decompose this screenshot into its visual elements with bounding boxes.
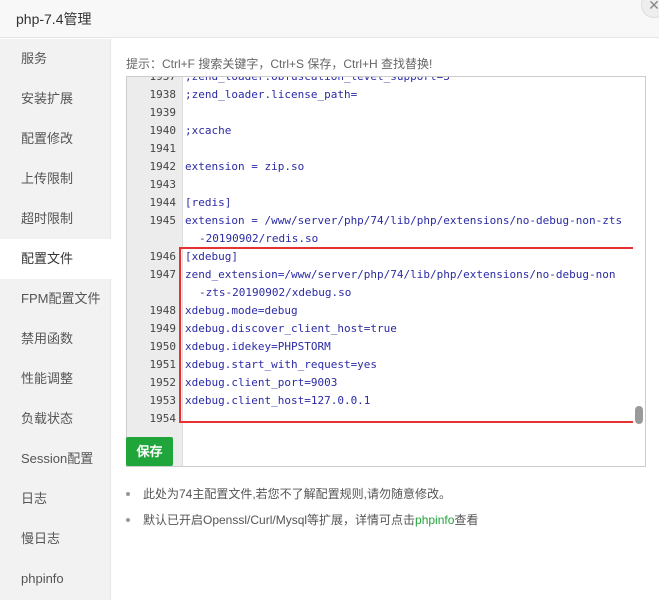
sidebar-item-phpinfo[interactable]: phpinfo <box>0 559 110 599</box>
sidebar-item-upload-limit[interactable]: 上传限制 <box>0 159 110 199</box>
sidebar-item-log[interactable]: 日志 <box>0 479 110 519</box>
save-button[interactable]: 保存 <box>126 437 173 466</box>
window-titlebar: php-7.4管理 ✕ <box>0 0 659 38</box>
close-icon[interactable]: ✕ <box>641 0 659 18</box>
line-number: 1939 <box>149 106 177 119</box>
sidebar-item-load-status[interactable]: 负载状态 <box>0 399 110 439</box>
line-number: 1947 <box>149 268 177 281</box>
line-number: 1948 <box>149 304 177 317</box>
sidebar: 服务 安装扩展 配置修改 上传限制 超时限制 配置文件 FPM配置文件 禁用函数… <box>0 39 111 600</box>
code-line: [redis] <box>185 196 232 209</box>
code-line: ;xcache <box>185 124 232 137</box>
code-line: ;zend_loader.obfuscation_level_support=3 <box>185 76 450 83</box>
sidebar-item-fpm-config[interactable]: FPM配置文件 <box>0 279 110 319</box>
line-number: 1942 <box>149 160 177 173</box>
main-panel: 提示：Ctrl+F 搜索关键字，Ctrl+S 保存，Ctrl+H 查找替换! 1… <box>111 39 659 600</box>
line-number-gutter: 1937 1938 1939 1940 1941 1942 1943 1944 1945 1946… <box>127 77 183 466</box>
note-item: 默认已开启Openssl/Curl/Mysql等扩展，详情可点击phpinfo查… <box>126 512 478 538</box>
code-line: extension = zip.so <box>185 160 305 173</box>
line-number: 1943 <box>149 178 177 191</box>
sidebar-item-session-config[interactable]: Session配置 <box>0 439 110 479</box>
line-number: 1938 <box>149 88 177 101</box>
config-editor[interactable]: 1937 1938 1939 1940 1941 1942 1943 1944 1945 1946… <box>126 76 646 467</box>
xdebug-highlight-box <box>179 247 636 423</box>
line-number: 1946 <box>149 250 177 263</box>
line-number: 1949 <box>149 322 177 335</box>
note-text: 此处为74主配置文件,若您不了解配置规则,请勿随意修改。 <box>143 487 452 501</box>
sidebar-item-config-file[interactable]: 配置文件 <box>0 239 111 279</box>
line-number: 1952 <box>149 376 177 389</box>
sidebar-item-performance[interactable]: 性能调整 <box>0 359 110 399</box>
phpinfo-link[interactable]: phpinfo <box>415 513 454 527</box>
code-line: ;zend_loader.license_path= <box>185 88 358 101</box>
code-line: -20190902/redis.so <box>199 232 319 245</box>
line-number: 1954 <box>149 412 177 425</box>
shortcut-tip: 提示：Ctrl+F 搜索关键字，Ctrl+S 保存，Ctrl+H 查找替换! <box>126 57 433 71</box>
window-title: php-7.4管理 <box>16 11 92 27</box>
sidebar-item-config-edit[interactable]: 配置修改 <box>0 119 110 159</box>
line-number: 1937 <box>149 76 177 83</box>
sidebar-item-disabled-functions[interactable]: 禁用函数 <box>0 319 110 359</box>
scrollbar-thumb[interactable] <box>635 406 643 424</box>
line-number: 1940 <box>149 124 177 137</box>
sidebar-item-timeout-limit[interactable]: 超时限制 <box>0 199 110 239</box>
line-number: 1941 <box>149 142 177 155</box>
sidebar-item-service[interactable]: 服务 <box>0 39 110 79</box>
note-item: 此处为74主配置文件,若您不了解配置规则,请勿随意修改。 <box>126 486 478 512</box>
line-number: 1951 <box>149 358 177 371</box>
editor-scrollbar[interactable] <box>633 77 645 466</box>
note-text: 默认已开启Openssl/Curl/Mysql等扩展，详情可点击 <box>143 513 416 527</box>
line-number: 1950 <box>149 340 177 353</box>
line-number: 1945 <box>149 214 177 227</box>
line-number: 1953 <box>149 394 177 407</box>
note-text-suffix: 查看 <box>454 513 479 527</box>
sidebar-item-slow-log[interactable]: 慢日志 <box>0 519 110 559</box>
line-number: 1944 <box>149 196 177 209</box>
sidebar-item-install-extension[interactable]: 安装扩展 <box>0 79 110 119</box>
notes-list: 此处为74主配置文件,若您不了解配置规则,请勿随意修改。 默认已开启Openss… <box>126 486 478 538</box>
code-line: extension = /www/server/php/74/lib/php/e… <box>185 214 623 227</box>
